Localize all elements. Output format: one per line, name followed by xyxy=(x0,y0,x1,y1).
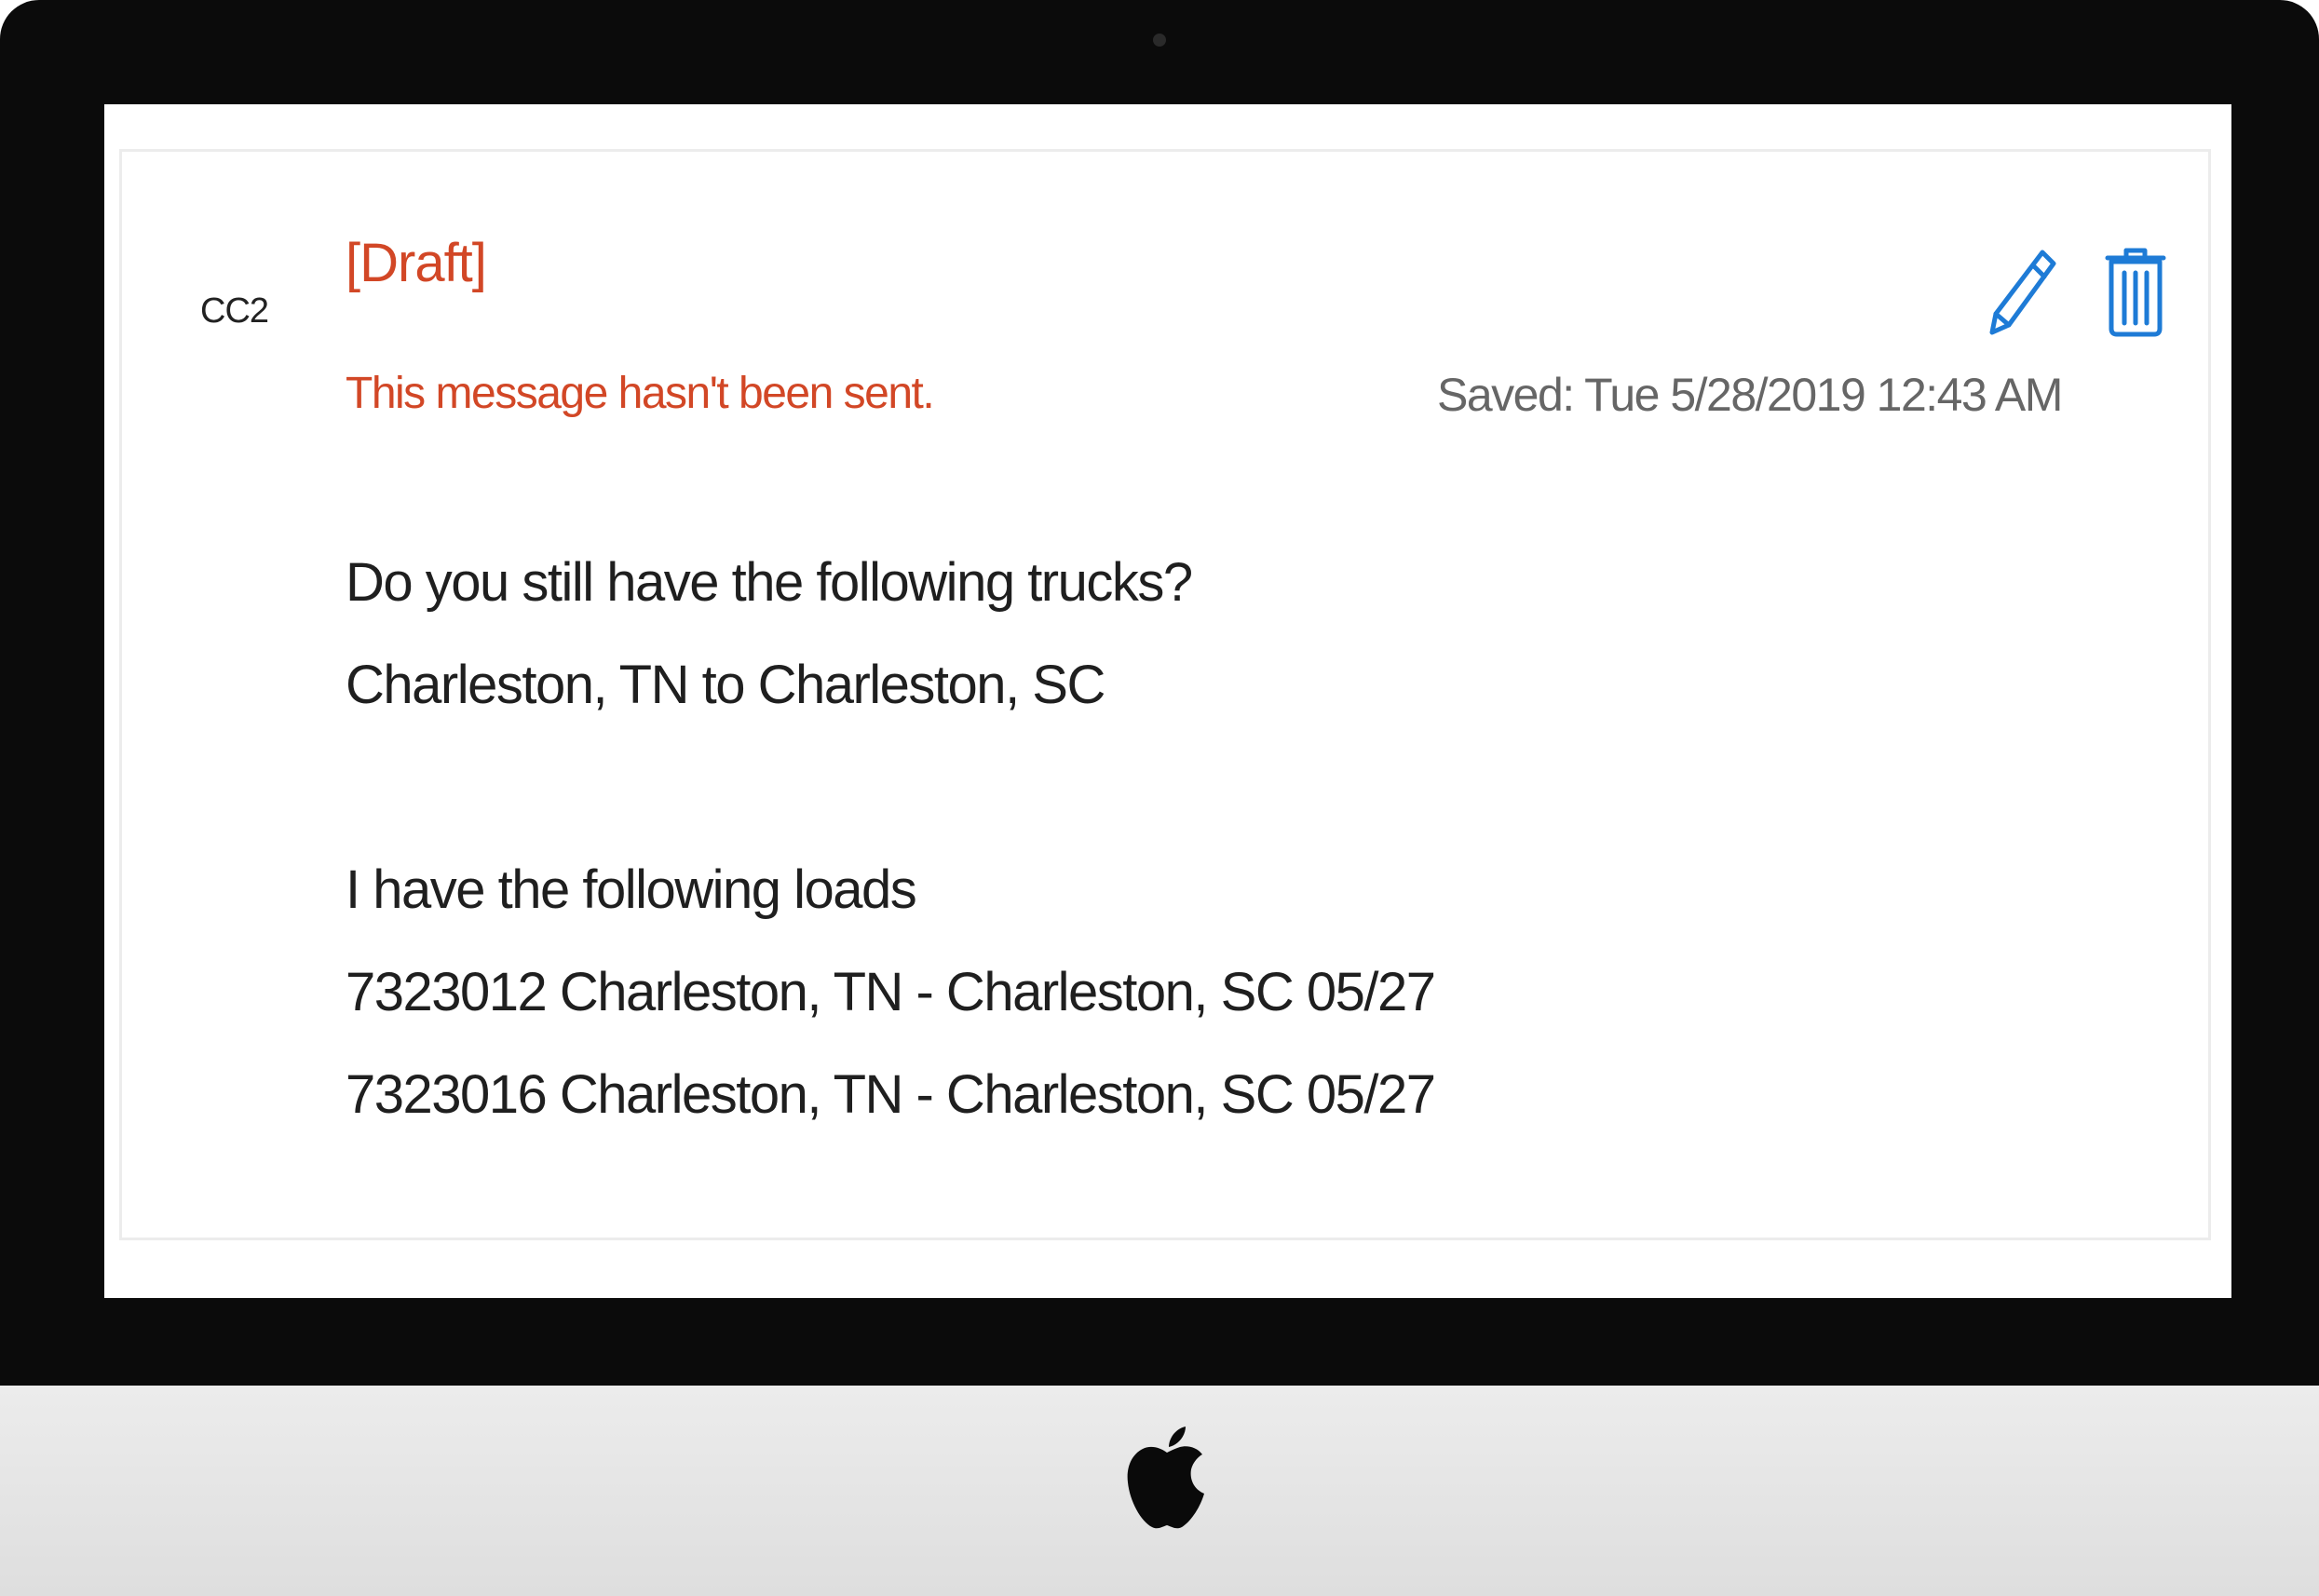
draft-message-card: CC2 [Draft] This message hasn't been sen… xyxy=(119,149,2211,1240)
body-line: 7323012 Charleston, TN - Charleston, SC … xyxy=(346,962,1436,1022)
camera-dot xyxy=(1153,34,1166,47)
monitor-frame: CC2 [Draft] This message hasn't been sen… xyxy=(0,0,2319,1596)
pencil-icon xyxy=(1989,250,2056,335)
draft-label: [Draft] xyxy=(346,233,487,293)
apple-logo-icon xyxy=(1127,1427,1204,1529)
body-line: Do you still have the following trucks? xyxy=(346,552,1193,613)
screen: CC2 [Draft] This message hasn't been sen… xyxy=(104,104,2231,1298)
body-line: I have the following loads xyxy=(346,859,917,920)
draft-notice: This message hasn't been sent. xyxy=(346,369,935,418)
message-body: Do you still have the following trucks? … xyxy=(346,532,1436,1146)
edit-draft-button[interactable] xyxy=(1985,245,2059,338)
body-line xyxy=(346,737,1434,839)
body-line: 7323016 Charleston, TN - Charleston, SC … xyxy=(346,1064,1436,1125)
saved-timestamp: Saved: Tue 5/28/2019 12:43 AM xyxy=(1437,369,2063,421)
body-line: Charleston, TN to Charleston, SC xyxy=(346,655,1105,715)
trash-icon xyxy=(2105,248,2166,337)
delete-draft-button[interactable] xyxy=(2098,245,2173,338)
sender-initials: CC2 xyxy=(200,291,269,331)
